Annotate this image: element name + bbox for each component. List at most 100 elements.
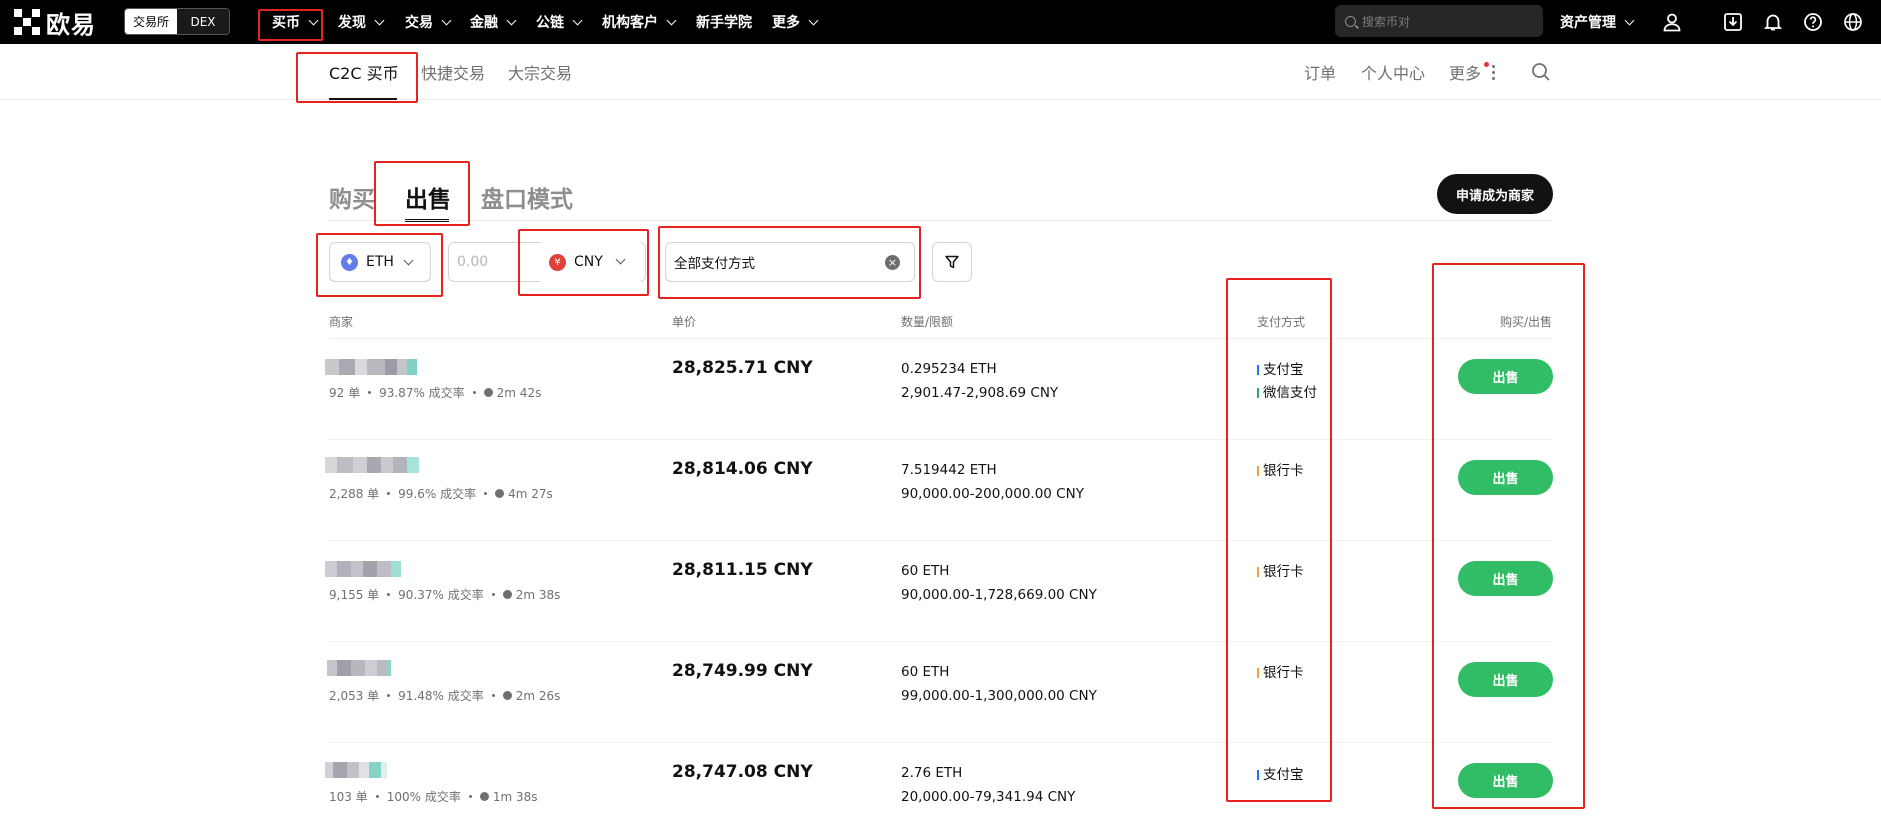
- search-icon: [1345, 15, 1356, 27]
- okx-logo[interactable]: 欧易: [14, 8, 96, 39]
- unit-price: 28,825.71 CNY: [672, 358, 813, 378]
- bell-icon[interactable]: [1760, 9, 1786, 35]
- merchant-name-blurred[interactable]: [325, 457, 419, 473]
- merchant-stats: 2,288 单 99.6% 成交率 4m 27s: [329, 485, 553, 502]
- menu-discover[interactable]: 发现: [338, 0, 385, 44]
- menu-label: 交易: [405, 15, 433, 31]
- annotation-box: [374, 161, 470, 226]
- order-count: 2,053 单: [329, 689, 380, 703]
- c2c-subnav: C2C 买币 快捷交易 大宗交易 订单 个人中心 更多: [0, 44, 1881, 100]
- limit: 90,000.00-200,000.00 CNY: [901, 486, 1084, 502]
- merchant-stats: 2,053 单 91.48% 成交率 2m 26s: [329, 687, 560, 704]
- release-time: 2m 38s: [515, 587, 561, 602]
- orders-link[interactable]: 订单: [1304, 60, 1336, 84]
- release-time: 1m 38s: [492, 789, 538, 804]
- order-count: 103 单: [329, 790, 368, 804]
- merchant-name-blurred[interactable]: [325, 359, 417, 375]
- quantity-limit: 2.76 ETH 20,000.00-79,341.94 CNY: [901, 761, 1075, 809]
- assets-management-menu[interactable]: 资产管理: [1560, 0, 1635, 44]
- download-icon[interactable]: [1720, 9, 1746, 35]
- merchant-name-blurred[interactable]: [325, 561, 401, 577]
- quantity-limit: 60 ETH 99,000.00-1,300,000.00 CNY: [901, 660, 1097, 708]
- tab-buy[interactable]: 购买: [329, 180, 375, 214]
- completion-rate: 100% 成交率: [386, 790, 461, 804]
- menu-academy[interactable]: 新手学院: [696, 0, 752, 44]
- dex-tab[interactable]: DEX: [177, 9, 229, 34]
- limit: 90,000.00-1,728,669.00 CNY: [901, 587, 1097, 603]
- menu-finance[interactable]: 金融: [470, 0, 517, 44]
- unit-price: 28,747.08 CNY: [672, 762, 813, 782]
- annotation-box: [658, 226, 921, 299]
- filter-button[interactable]: [932, 242, 972, 282]
- exchange-dex-switch: 交易所 DEX: [124, 8, 230, 35]
- divider: [329, 338, 1553, 339]
- help-icon[interactable]: [1800, 9, 1826, 35]
- completion-rate: 99.6% 成交率: [398, 487, 477, 501]
- logo-mark-icon: [14, 9, 40, 35]
- personal-center-link[interactable]: 个人中心: [1361, 60, 1425, 84]
- quantity-limit: 7.519442 ETH 90,000.00-200,000.00 CNY: [901, 458, 1084, 506]
- header-price: 单价: [672, 315, 697, 329]
- merchant-name-blurred[interactable]: [325, 762, 387, 778]
- chevron-down-icon: [374, 15, 385, 25]
- clock-icon: [502, 590, 512, 599]
- become-merchant-button[interactable]: 申请成为商家: [1437, 174, 1553, 214]
- quantity: 0.295234 ETH: [901, 361, 997, 377]
- annotation-box: [316, 233, 443, 297]
- annotation-box: [1432, 263, 1585, 809]
- pair-search-input[interactable]: 搜索币对: [1335, 5, 1543, 37]
- clock-icon: [483, 388, 493, 397]
- tab-block-trade[interactable]: 大宗交易: [508, 60, 572, 84]
- menu-label: 金融: [470, 15, 498, 31]
- divider: [329, 439, 1553, 440]
- completion-rate: 93.87% 成交率: [379, 386, 465, 400]
- tab-orderbook-mode[interactable]: 盘口模式: [481, 180, 573, 214]
- menu-public-chain[interactable]: 公链: [536, 0, 583, 44]
- divider: [329, 641, 1553, 642]
- clock-icon: [502, 691, 512, 700]
- merchant-name-blurred[interactable]: [327, 660, 391, 676]
- release-time: 2m 26s: [515, 688, 561, 703]
- chevron-down-icon: [666, 15, 677, 25]
- divider: [329, 742, 1553, 743]
- annotation-box: [518, 229, 649, 296]
- notification-dot: [1484, 62, 1489, 67]
- chevron-down-icon: [572, 15, 583, 25]
- completion-rate: 91.48% 成交率: [398, 689, 484, 703]
- annotation-box: [258, 9, 323, 41]
- tab-quick-trade[interactable]: 快捷交易: [421, 60, 485, 84]
- filter-icon: [945, 255, 959, 269]
- clock-icon: [479, 792, 489, 801]
- completion-rate: 90.37% 成交率: [398, 588, 484, 602]
- quantity: 2.76 ETH: [901, 765, 963, 781]
- quantity-limit: 0.295234 ETH 2,901.47-2,908.69 CNY: [901, 357, 1058, 405]
- unit-price: 28,749.99 CNY: [672, 661, 813, 681]
- divider: [329, 220, 1553, 221]
- menu-trade[interactable]: 交易: [405, 0, 452, 44]
- more-menu[interactable]: 更多: [1449, 60, 1481, 84]
- limit: 2,901.47-2,908.69 CNY: [901, 385, 1059, 401]
- chevron-down-icon: [808, 15, 819, 25]
- quantity: 60 ETH: [901, 664, 950, 680]
- search-icon[interactable]: [1531, 62, 1551, 82]
- menu-label: 公链: [536, 15, 564, 31]
- merchant-stats: 9,155 单 90.37% 成交率 2m 38s: [329, 586, 560, 603]
- menu-more[interactable]: 更多: [772, 0, 819, 44]
- menu-label: 发现: [338, 15, 366, 31]
- annotation-box: [1226, 278, 1332, 802]
- merchant-stats: 92 单 93.87% 成交率 2m 42s: [329, 384, 541, 401]
- exchange-tab[interactable]: 交易所: [125, 9, 177, 34]
- menu-institutional[interactable]: 机构客户: [602, 0, 677, 44]
- header-quantity-limit: 数量/限额: [901, 315, 954, 329]
- order-count: 92 单: [329, 386, 361, 400]
- logo-text: 欧易: [46, 10, 96, 39]
- chevron-down-icon: [1624, 15, 1635, 25]
- chevron-down-icon: [441, 15, 452, 25]
- unit-price: 28,814.06 CNY: [672, 459, 813, 479]
- release-time: 2m 42s: [496, 385, 542, 400]
- unit-price: 28,811.15 CNY: [672, 560, 813, 580]
- globe-icon[interactable]: [1840, 9, 1866, 35]
- quantity-limit: 60 ETH 90,000.00-1,728,669.00 CNY: [901, 559, 1097, 607]
- user-icon[interactable]: [1659, 9, 1685, 35]
- kebab-icon[interactable]: [1492, 65, 1495, 83]
